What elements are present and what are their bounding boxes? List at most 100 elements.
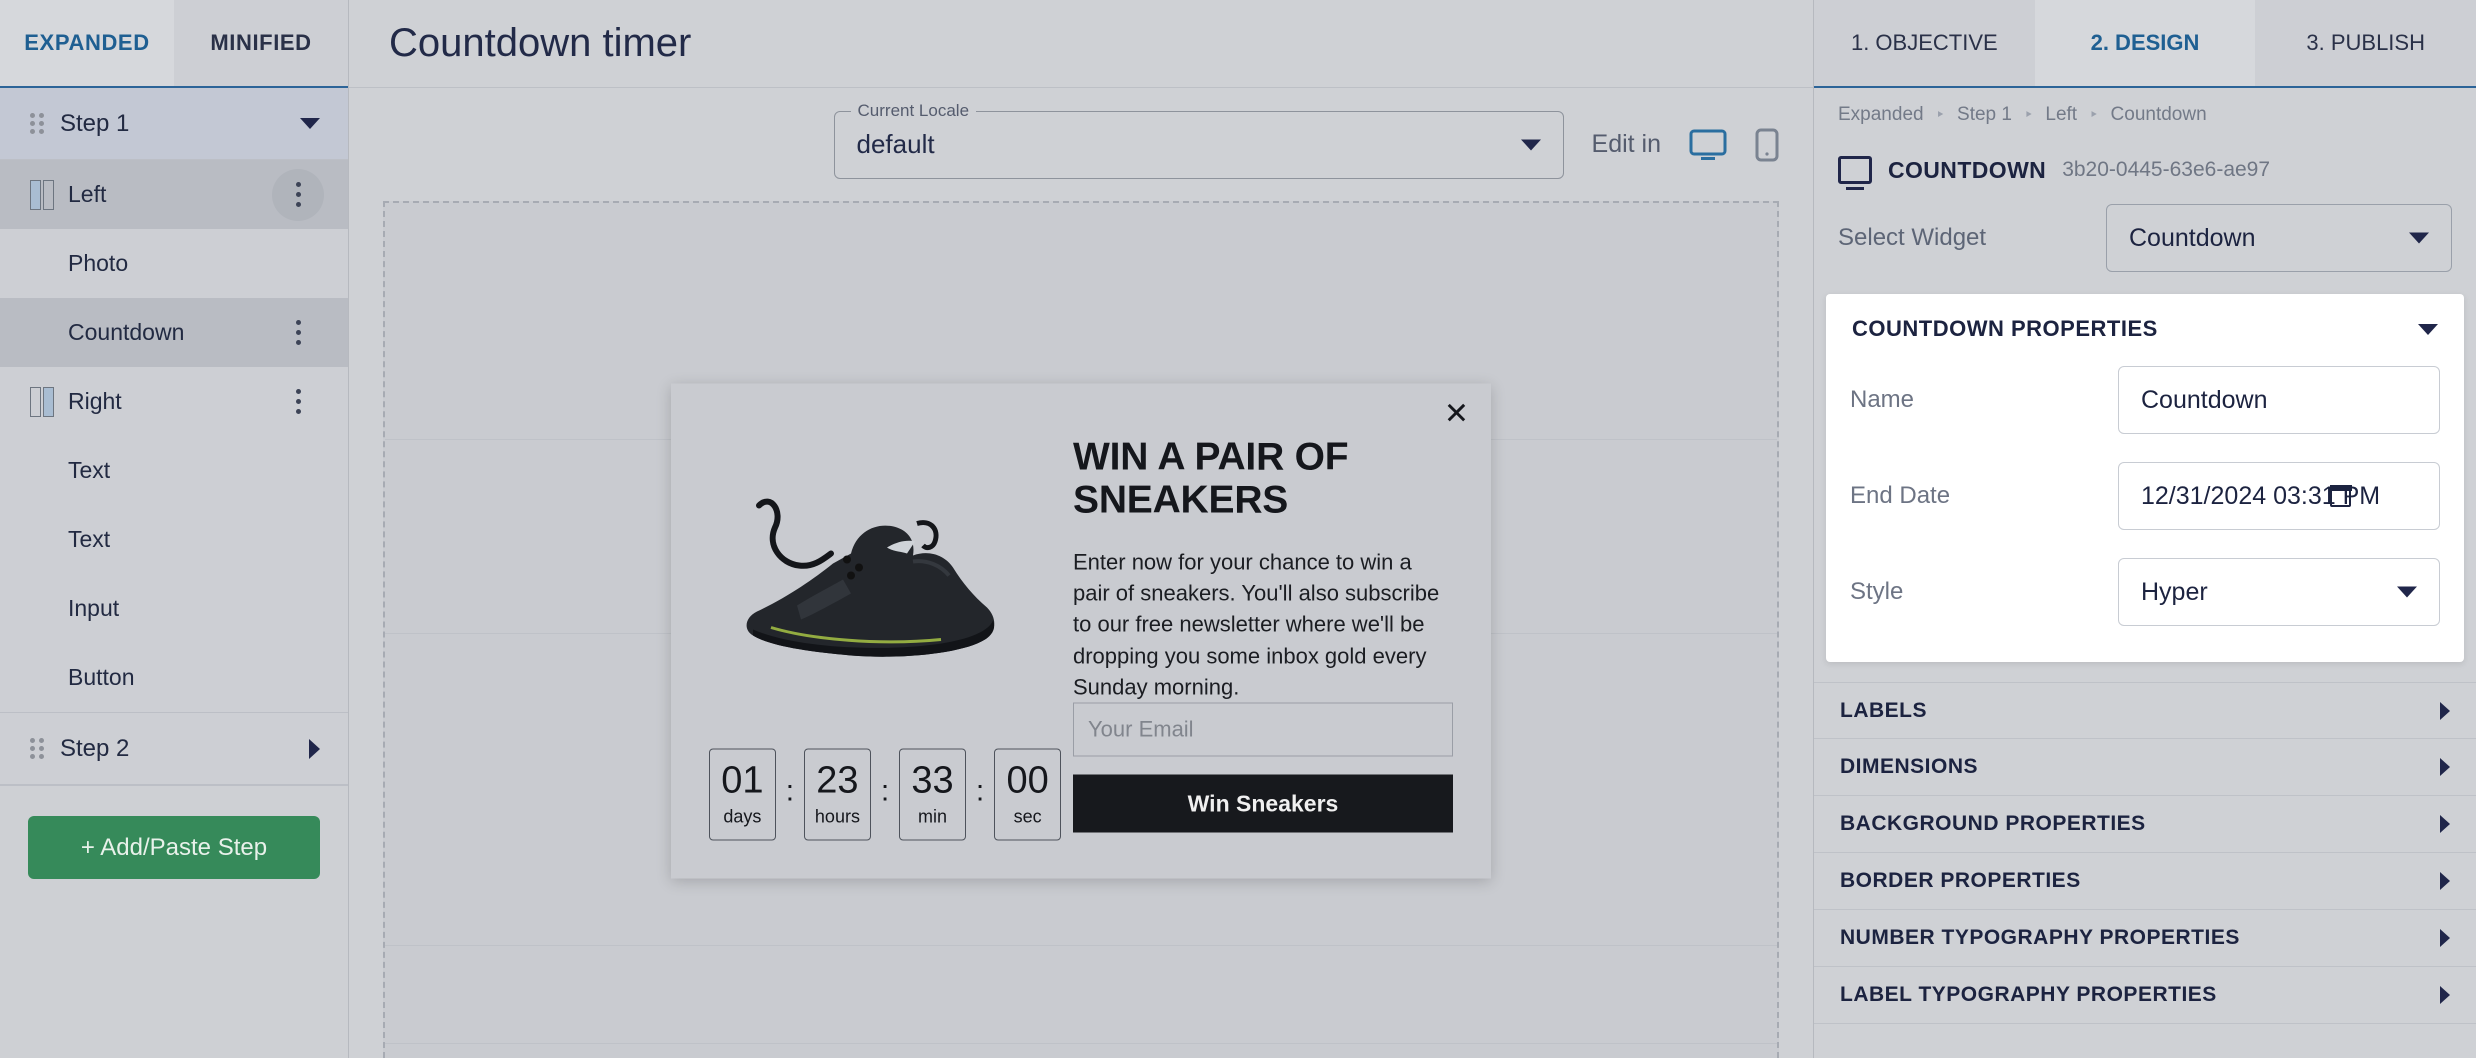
chevron-right-icon[interactable]	[2440, 929, 2450, 947]
timer-sec-label: sec	[1013, 806, 1042, 826]
countdown-options-icon[interactable]	[272, 307, 324, 359]
sidebar-item-countdown-label: Countdown	[68, 319, 185, 345]
breadcrumb-item-1[interactable]: Step 1	[1957, 104, 2012, 126]
sidebar-item-right[interactable]: Right	[0, 367, 348, 436]
sidebar-item-right-label: Right	[68, 388, 122, 414]
breadcrumb-item-2[interactable]: Left	[2045, 104, 2077, 126]
section-number-typography-properties[interactable]: NUMBER TYPOGRAPHY PROPERTIES	[1814, 910, 2476, 967]
preview-canvas[interactable]: ✕ 01 days: 23 hours: 33 min: 00 sec W…	[383, 201, 1779, 1058]
chevron-down-icon[interactable]	[2418, 323, 2438, 335]
drag-handle-icon-2[interactable]	[30, 737, 44, 760]
chevron-right-icon[interactable]	[2440, 815, 2450, 833]
timer-days-label: days	[723, 806, 762, 826]
chevron-right-icon[interactable]	[2440, 701, 2450, 720]
tab-objective[interactable]: 1. OBJECTIVE	[1814, 0, 2035, 86]
timer-sec-value: 00	[1006, 759, 1049, 801]
step-1-header[interactable]: Step 1	[0, 88, 348, 160]
timer-separator-2: :	[880, 774, 890, 807]
tab-minified-label: MINIFIED	[210, 30, 312, 55]
countdown-properties-header[interactable]: COUNTDOWN PROPERTIES	[1826, 294, 2464, 352]
popup-left-column: 01 days : 23 hours : 33 min: 00 sec	[671, 383, 1061, 878]
timer-hours-label: hours	[814, 806, 860, 826]
timer-unit-min: 33 min	[899, 748, 966, 840]
popup-headline: WIN A PAIR OF SNEAKERS	[1073, 435, 1349, 522]
editor-canvas-pane: Countdown timer Current Locale default E…	[349, 0, 1813, 1058]
style-label: Style	[1850, 578, 1904, 605]
sidebar-item-text-2[interactable]: Text	[0, 505, 348, 574]
sidebar-item-photo[interactable]: Photo	[0, 229, 348, 298]
edit-in-label: Edit in	[1591, 130, 1661, 158]
chevron-right-icon[interactable]	[2440, 986, 2450, 1004]
style-row: Style Hyper	[1826, 544, 2464, 640]
widget-type-label: COUNTDOWN	[1888, 156, 2047, 183]
sidebar-item-input[interactable]: Input	[0, 574, 348, 643]
step-1-label: Step 1	[60, 109, 130, 137]
section-background-properties[interactable]: BACKGROUND PROPERTIES	[1814, 796, 2476, 853]
drag-handle-icon[interactable]	[30, 112, 44, 135]
mobile-icon[interactable]	[1755, 128, 1779, 162]
locale-select[interactable]: Current Locale default	[833, 100, 1564, 179]
close-icon[interactable]: ✕	[1444, 399, 1469, 429]
column-left-icon	[30, 179, 54, 210]
end-date-field-wrap[interactable]: 12/31/2024 03:31 PM	[2118, 462, 2440, 530]
name-row: Name Countdown	[1826, 352, 2464, 448]
chevron-right-icon[interactable]	[309, 738, 320, 759]
locale-value: default	[856, 129, 935, 159]
sidebar-item-countdown[interactable]: Countdown	[0, 298, 348, 367]
chevron-down-icon[interactable]	[300, 118, 320, 129]
chevron-down-icon[interactable]	[2397, 586, 2417, 598]
sidebar-item-button-label: Button	[68, 664, 135, 690]
collapsed-sections: LABELS DIMENSIONS BACKGROUND PROPERTIES …	[1814, 682, 2476, 1024]
properties-sidebar: 1. OBJECTIVE 2. DESIGN 3. PUBLISH Expand…	[1813, 0, 2476, 1058]
sidebar-item-text-1[interactable]: Text	[0, 436, 348, 505]
widget-header: COUNTDOWN 3b20-0445-63e6-ae97	[1814, 142, 2476, 190]
section-number-typography-title: NUMBER TYPOGRAPHY PROPERTIES	[1840, 926, 2240, 949]
section-dimensions-title: DIMENSIONS	[1840, 755, 1979, 778]
tab-minified[interactable]: MINIFIED	[174, 0, 348, 86]
select-widget-dropdown[interactable]: Countdown	[2106, 204, 2452, 272]
breadcrumb-item-0[interactable]: Expanded	[1838, 104, 1924, 126]
sidebar-item-left-label: Left	[68, 181, 107, 207]
chevron-down-icon[interactable]	[1520, 139, 1541, 150]
sidebar-item-left[interactable]: Left	[0, 160, 348, 229]
tab-publish[interactable]: 3. PUBLISH	[2255, 0, 2476, 86]
timer-unit-days: 01 days	[709, 748, 776, 840]
email-field[interactable]	[1073, 702, 1453, 757]
countdown-timer-widget[interactable]: 01 days : 23 hours : 33 min: 00 sec	[671, 748, 1061, 878]
timer-hours-value: 23	[816, 759, 859, 801]
preview-canvas-area: ✕ 01 days: 23 hours: 33 min: 00 sec W…	[349, 201, 1813, 1058]
step-2-header[interactable]: Step 2	[0, 713, 348, 785]
section-label-typography-properties[interactable]: LABEL TYPOGRAPHY PROPERTIES	[1814, 967, 2476, 1024]
name-field-wrap[interactable]: Countdown	[2118, 366, 2440, 434]
chevron-down-icon[interactable]	[2409, 232, 2429, 244]
tab-expanded[interactable]: EXPANDED	[0, 0, 174, 86]
timer-unit-hours: 23 hours	[804, 748, 871, 840]
wizard-tabs: 1. OBJECTIVE 2. DESIGN 3. PUBLISH	[1814, 0, 2476, 88]
win-sneakers-button[interactable]: Win Sneakers	[1073, 774, 1453, 833]
calendar-icon[interactable]	[2329, 484, 2352, 507]
breadcrumb-item-3[interactable]: Countdown	[2111, 104, 2207, 126]
countdown-popup-preview[interactable]: ✕ 01 days: 23 hours: 33 min: 00 sec W…	[671, 383, 1491, 878]
section-labels[interactable]: LABELS	[1814, 682, 2476, 739]
tab-expanded-label: EXPANDED	[24, 30, 150, 55]
layers-sidebar: EXPANDED MINIFIED Step 1 Left Photo Coun…	[0, 0, 349, 1058]
add-paste-step-button[interactable]: + Add/Paste Step	[28, 816, 320, 879]
timer-days-value: 01	[721, 759, 764, 801]
sidebar-item-button[interactable]: Button	[0, 643, 348, 712]
countdown-properties-title: COUNTDOWN PROPERTIES	[1852, 316, 2158, 341]
section-dimensions[interactable]: DIMENSIONS	[1814, 739, 2476, 796]
style-dropdown[interactable]: Hyper	[2118, 558, 2440, 626]
timer-separator-3: :	[975, 774, 985, 807]
tab-design-label: 2. DESIGN	[2090, 30, 2200, 55]
left-options-icon[interactable]	[272, 168, 324, 221]
desktop-icon[interactable]	[1689, 129, 1727, 161]
right-options-icon[interactable]	[272, 376, 324, 428]
chevron-right-icon[interactable]	[2440, 872, 2450, 890]
section-labels-title: LABELS	[1840, 698, 1927, 722]
tab-design[interactable]: 2. DESIGN	[2034, 0, 2256, 86]
chevron-right-icon[interactable]	[2440, 758, 2450, 776]
sidebar-item-text-1-label: Text	[68, 457, 111, 483]
section-border-properties[interactable]: BORDER PROPERTIES	[1814, 853, 2476, 910]
tab-publish-label: 3. PUBLISH	[2306, 30, 2425, 55]
timer-min-label: min	[918, 806, 948, 826]
